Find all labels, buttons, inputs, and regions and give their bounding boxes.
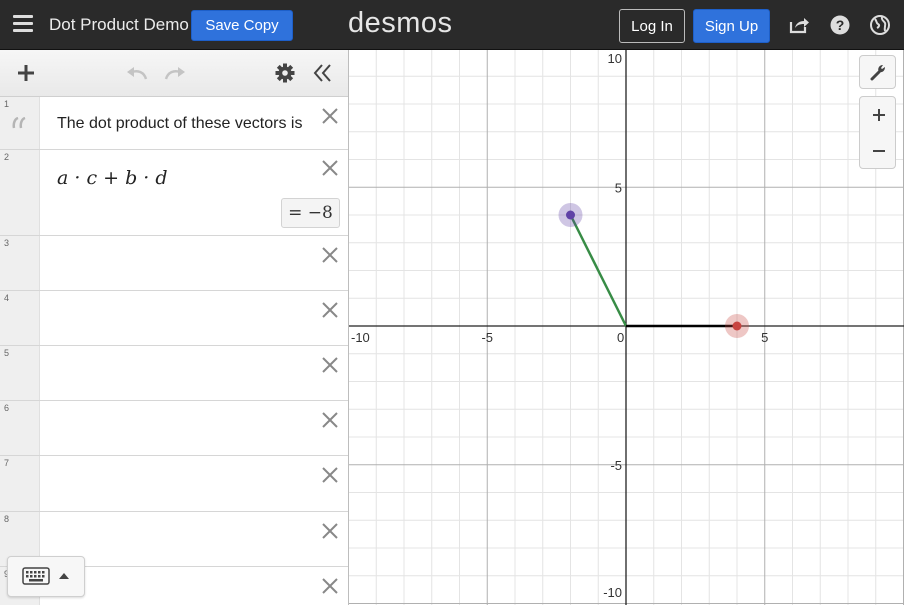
graph-paper[interactable]: -10 -5 0 5 10 5 -5 -10 (349, 50, 904, 605)
settings-icon[interactable] (275, 63, 295, 83)
y-tick-label: 5 (615, 180, 622, 195)
expression-gutter: 4 (0, 291, 40, 345)
y-tick-label: 10 (608, 51, 622, 66)
graph-canvas[interactable]: -10 -5 0 5 10 5 -5 -10 (349, 50, 904, 605)
sign-up-button[interactable]: Sign Up (693, 9, 770, 43)
expression-number: 2 (4, 152, 10, 162)
share-icon[interactable] (788, 14, 810, 36)
y-tick-label: -5 (610, 458, 622, 473)
expression-row-5[interactable]: 5 (0, 346, 348, 401)
delete-icon[interactable] (321, 356, 339, 374)
zoom-in-icon (872, 109, 885, 121)
delete-icon[interactable] (321, 301, 339, 319)
expression-row-1[interactable]: 1 The dot product of these vectors is (0, 97, 348, 150)
note-text[interactable]: The dot product of these vectors is (57, 115, 302, 133)
expression-panel: 1 The dot product of these vectors is 2 … (0, 50, 349, 605)
globe-icon[interactable] (869, 14, 891, 36)
collapse-icon[interactable] (313, 63, 333, 83)
draggable-point-purple[interactable] (566, 210, 575, 220)
expression-number: 5 (4, 348, 10, 358)
graph-settings-button[interactable] (859, 55, 896, 89)
save-copy-button[interactable]: Save Copy (191, 10, 293, 41)
x-tick-label: -10 (351, 330, 370, 345)
zoom-in-button[interactable] (860, 97, 897, 133)
wrench-icon (870, 65, 885, 81)
add-icon[interactable] (16, 63, 36, 83)
quote-icon (12, 117, 26, 129)
expression-number: 3 (4, 238, 10, 248)
zoom-out-icon (872, 150, 885, 152)
expression-gutter: 6 (0, 401, 40, 455)
draggable-point-red[interactable] (732, 321, 742, 331)
caret-up-icon (59, 573, 69, 579)
expression-toolbar (0, 50, 348, 97)
undo-icon[interactable] (125, 65, 149, 81)
help-icon[interactable]: ? (829, 14, 851, 36)
graph-title[interactable]: Dot Product Demo (49, 15, 189, 35)
expression-gutter: 3 (0, 236, 40, 290)
expression-list: 1 The dot product of these vectors is 2 … (0, 97, 348, 605)
menu-icon[interactable] (13, 15, 33, 33)
evaluation-result: = −8 (281, 198, 340, 228)
delete-icon[interactable] (321, 577, 339, 595)
x-tick-label: 0 (617, 330, 624, 345)
delete-icon[interactable] (321, 246, 339, 264)
delete-icon[interactable] (321, 159, 339, 177)
expression-row-3[interactable]: 3 (0, 236, 348, 291)
keyboard-toggle-button[interactable] (7, 556, 85, 597)
expression-row-4[interactable]: 4 (0, 291, 348, 346)
expression-gutter: 1 (0, 97, 40, 149)
zoom-controls (859, 96, 896, 169)
y-tick-label: -10 (603, 585, 622, 600)
delete-icon[interactable] (321, 107, 339, 125)
log-in-button[interactable]: Log In (619, 9, 685, 43)
keyboard-icon (22, 567, 50, 585)
expression-row-2[interactable]: 2 a · c + b · d = −8 (0, 150, 348, 236)
expression-number: 4 (4, 293, 10, 303)
expression-number: 6 (4, 403, 10, 413)
redo-icon[interactable] (163, 65, 187, 81)
top-bar: Dot Product Demo Save Copy desmos Log In… (0, 0, 904, 50)
svg-text:?: ? (836, 17, 845, 33)
zoom-out-button[interactable] (860, 133, 897, 169)
expression-gutter: 5 (0, 346, 40, 400)
expression-row-6[interactable]: 6 (0, 401, 348, 456)
expression-row-7[interactable]: 7 (0, 456, 348, 512)
expression-gutter: 2 (0, 150, 40, 235)
math-input[interactable]: a · c + b · d (57, 167, 168, 189)
desmos-logo: desmos (348, 7, 453, 39)
x-tick-label: -5 (481, 330, 493, 345)
delete-icon[interactable] (321, 466, 339, 484)
expression-number: 8 (4, 514, 10, 524)
x-tick-label: 5 (761, 330, 768, 345)
delete-icon[interactable] (321, 522, 339, 540)
expression-gutter: 7 (0, 456, 40, 511)
expression-number: 1 (4, 99, 10, 109)
delete-icon[interactable] (321, 411, 339, 429)
expression-number: 7 (4, 458, 10, 468)
